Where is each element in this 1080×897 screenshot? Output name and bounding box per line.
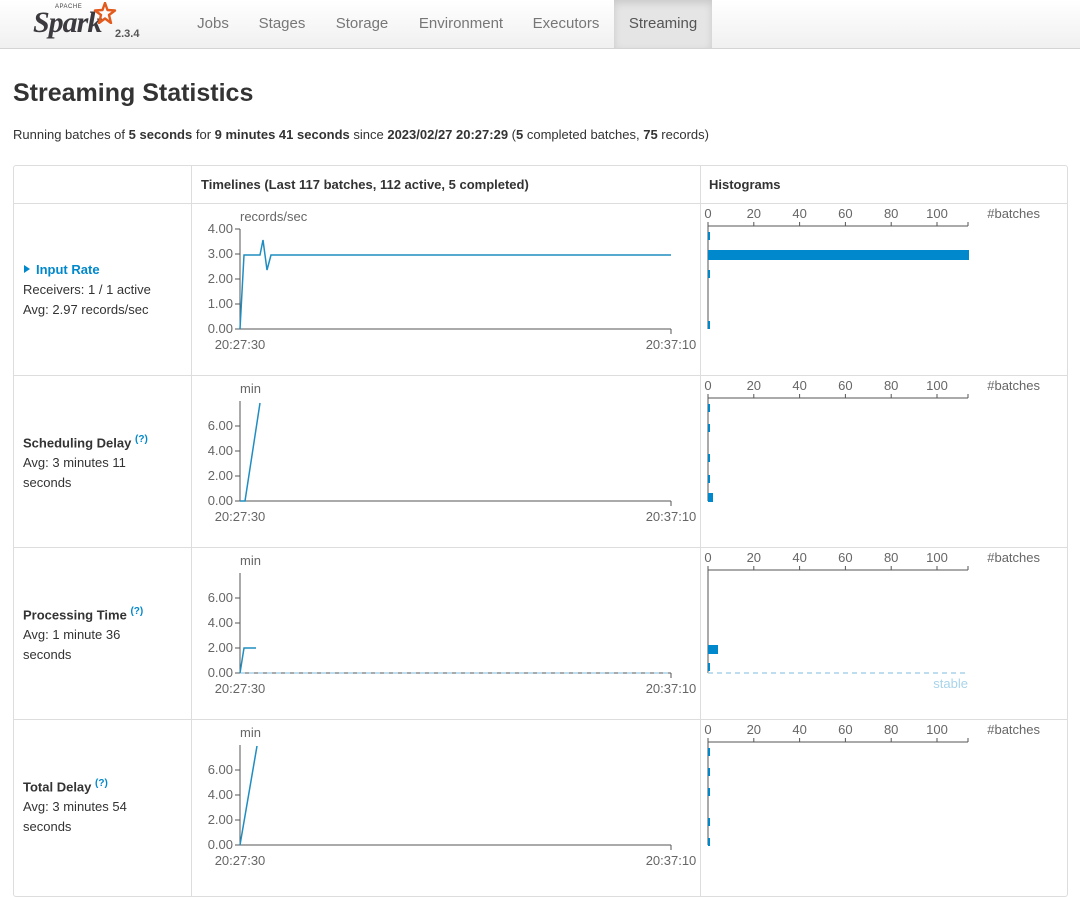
timeline-unit-label: min	[240, 725, 261, 740]
histogram-x-tick-label: 100	[926, 206, 948, 221]
timeline-y-tick-label: 1.00	[208, 296, 233, 311]
histogram-x-tick-label: 0	[704, 722, 711, 737]
input-rate-histogram-bar	[708, 250, 969, 260]
total-delay-histogram-bar	[708, 818, 710, 826]
total-delay-histogram-bar	[708, 768, 710, 776]
timeline-y-tick-label: 4.00	[208, 443, 233, 458]
histogram-x-tick-label: 20	[747, 550, 761, 565]
timeline-y-tick-label: 0.00	[208, 321, 233, 336]
histogram-x-tick-label: 100	[926, 550, 948, 565]
timeline-x-start-label: 20:27:30	[215, 337, 266, 352]
histogram-unit-label: #batches	[987, 722, 1040, 737]
histogram-x-tick-label: 0	[704, 550, 711, 565]
histogram-x-tick-label: 100	[926, 722, 948, 737]
total-delay-histogram-bar	[708, 838, 710, 846]
timeline-unit-label: records/sec	[240, 209, 308, 224]
timeline-unit-label: min	[240, 381, 261, 396]
total-delay-histogram-bar	[708, 788, 710, 796]
histogram-x-tick-label: 20	[747, 206, 761, 221]
timeline-y-tick-label: 0.00	[208, 837, 233, 852]
scheduling-delay-series-line	[240, 402, 261, 502]
timeline-x-start-label: 20:27:30	[215, 853, 266, 868]
processing-time-histogram-bar	[708, 663, 710, 671]
timeline-y-tick-label: 0.00	[208, 665, 233, 680]
histogram-x-tick-label: 60	[838, 722, 852, 737]
histogram-x-tick-label: 40	[792, 722, 806, 737]
histogram-x-tick-label: 0	[704, 206, 711, 221]
timeline-x-end-label: 20:37:10	[646, 337, 697, 352]
scheduling-delay-histogram-bar	[708, 424, 710, 432]
scheduling-delay-histogram-bar	[708, 475, 710, 483]
timeline-x-start-label: 20:27:30	[215, 681, 266, 696]
histogram-x-tick-label: 40	[792, 206, 806, 221]
histogram-x-tick-label: 20	[747, 378, 761, 393]
histogram-unit-label: #batches	[987, 378, 1040, 393]
scheduling-delay-histogram-bar	[708, 404, 710, 412]
histogram-x-tick-label: 40	[792, 378, 806, 393]
total-delay-histogram-bar	[708, 748, 710, 756]
histogram-x-tick-label: 80	[884, 378, 898, 393]
input-rate-histogram-bar	[708, 270, 710, 278]
timeline-x-start-label: 20:27:30	[215, 509, 266, 524]
histogram-unit-label: #batches	[987, 206, 1040, 221]
histogram-x-tick-label: 80	[884, 722, 898, 737]
scheduling-delay-histogram-bar	[708, 454, 710, 462]
processing-time-series-line	[239, 647, 256, 674]
histogram-x-tick-label: 60	[838, 550, 852, 565]
timeline-y-tick-label: 0.00	[208, 493, 233, 508]
streaming-charts: records/sec4.003.002.001.000.0020:27:30 2…	[208, 206, 1041, 868]
timeline-y-tick-label: 6.00	[208, 418, 233, 433]
processing-time-histogram-bar	[708, 645, 718, 654]
input-rate-series-line	[239, 239, 671, 330]
timeline-y-tick-label: 4.00	[208, 787, 233, 802]
scheduling-delay-histogram-bar	[708, 493, 713, 502]
timeline-x-end-label: 20:37:10	[646, 681, 697, 696]
histogram-x-tick-label: 60	[838, 378, 852, 393]
timeline-y-tick-label: 2.00	[208, 640, 233, 655]
timeline-x-end-label: 20:37:10	[646, 509, 697, 524]
timeline-y-tick-label: 4.00	[208, 221, 233, 236]
histogram-x-tick-label: 20	[747, 722, 761, 737]
timeline-unit-label: min	[240, 553, 261, 568]
histogram-x-tick-label: 60	[838, 206, 852, 221]
timeline-y-tick-label: 6.00	[208, 590, 233, 605]
stable-label: stable	[933, 676, 968, 691]
timeline-x-end-label: 20:37:10	[646, 853, 697, 868]
input-rate-histogram-bar	[708, 321, 710, 329]
histogram-x-tick-label: 40	[792, 550, 806, 565]
timeline-y-tick-label: 3.00	[208, 246, 233, 261]
timeline-y-tick-label: 2.00	[208, 812, 233, 827]
histogram-unit-label: #batches	[987, 550, 1040, 565]
timeline-y-tick-label: 2.00	[208, 271, 233, 286]
histogram-x-tick-label: 0	[704, 378, 711, 393]
input-rate-histogram-bar	[708, 232, 710, 240]
timeline-y-tick-label: 2.00	[208, 468, 233, 483]
timeline-y-tick-label: 4.00	[208, 615, 233, 630]
histogram-x-tick-label: 80	[884, 206, 898, 221]
histogram-x-tick-label: 100	[926, 378, 948, 393]
timeline-y-tick-label: 6.00	[208, 762, 233, 777]
histogram-x-tick-label: 80	[884, 550, 898, 565]
total-delay-series-line	[239, 745, 258, 846]
